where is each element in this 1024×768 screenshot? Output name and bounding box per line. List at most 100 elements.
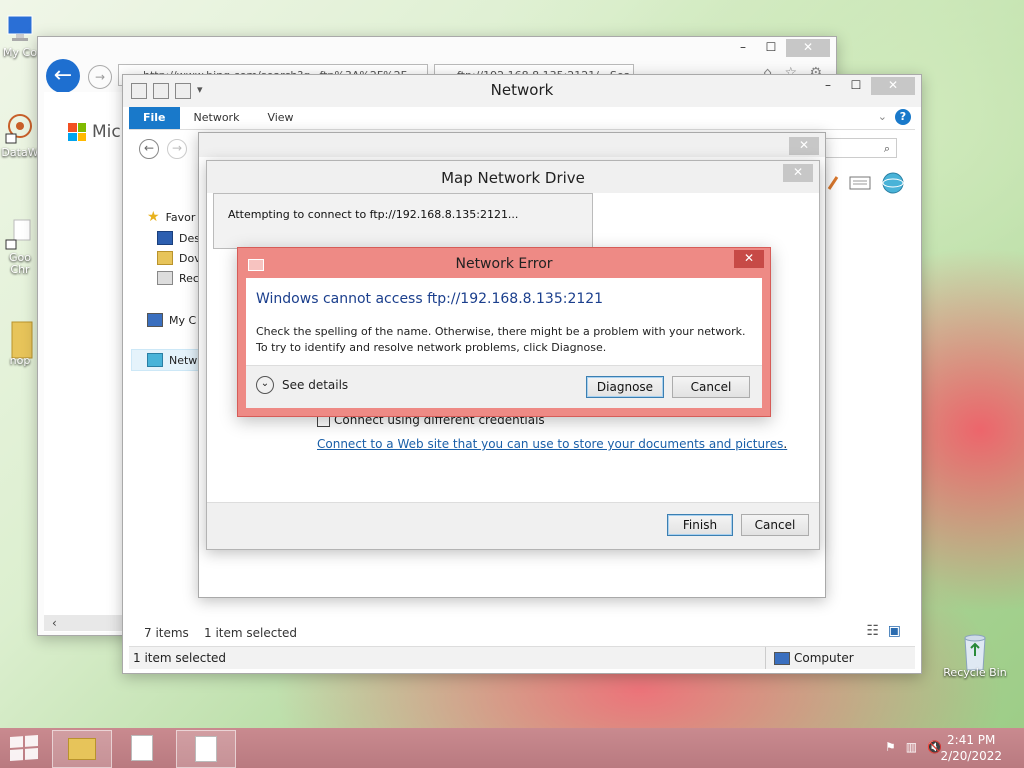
ribbon-right-icons [827,171,905,195]
back-arrow-icon[interactable]: ← [139,139,159,159]
recycle-bin-icon [959,632,991,671]
web-site-link-text[interactable]: Connect to a Web site that you can use t… [317,437,783,451]
error-titlebar: Network Error ✕ [238,248,770,276]
item-count: 7 items [144,626,189,640]
see-details-label: See details [282,378,349,392]
network-status-icon[interactable]: ▥ [906,740,917,754]
star-icon: ★ [147,209,160,225]
downloads-icon [157,251,173,265]
action-center-flag-icon[interactable]: ⚑ [885,740,896,754]
dialog-title: Network Error [455,256,553,272]
computer-icon [4,12,36,44]
chevron-down-icon[interactable]: ⌄ [256,376,274,394]
cancel-button[interactable]: Cancel [672,376,750,398]
cancel-button[interactable]: Cancel [741,514,809,536]
web-site-link-period: . [783,437,788,451]
nav-item-label: Netw [169,353,198,367]
minimize-button[interactable]: – [730,39,756,57]
desktop-icon-label: Goo Chr [9,251,31,276]
taskbar-file-explorer[interactable] [52,730,112,768]
nav-item-label: Des [179,231,200,245]
search-input[interactable]: ⌕ [819,138,897,158]
taskbar-document-1[interactable] [122,730,162,766]
close-button[interactable]: ✕ [871,77,915,95]
tab-file[interactable]: File [129,107,180,129]
clock-date: 2/20/2022 [940,749,1002,763]
mail-icon[interactable] [849,175,871,191]
nav-item-desktop[interactable]: Des [157,231,200,245]
close-button[interactable]: ✕ [734,250,764,268]
start-windows-icon[interactable] [10,735,38,761]
zone-status: Computer [765,647,924,669]
background-dialog-titlebar: ✕ [199,133,825,157]
minimize-button[interactable]: – [815,77,841,95]
expand-ribbon-icon[interactable]: ⌄ [878,110,887,123]
forward-arrow-icon[interactable]: → [88,65,112,89]
nav-item-favorites[interactable]: ★ Favor [147,209,195,225]
large-icons-view-icon[interactable]: ▣ [888,623,901,639]
desktop-icon [157,231,173,245]
nav-item-recent[interactable]: Rec [157,271,199,285]
status-bar: 7 items 1 item selected ☷ ▣ [129,621,915,645]
help-icon[interactable]: ? [895,109,911,125]
connecting-status: Attempting to connect to ftp://192.168.8… [228,208,519,221]
recent-icon [157,271,173,285]
selected-count: 1 item selected [204,626,298,640]
browser-window-controls: – ☐ ✕ [730,39,830,57]
maximize-button[interactable]: ☐ [758,39,784,57]
microsoft-logo-icon [68,123,86,141]
error-message: Check the spelling of the name. Otherwis… [256,325,746,354]
folder-icon [4,320,36,359]
edit-icon[interactable] [827,175,839,191]
document-icon [195,736,217,762]
desktop-icon-recycle-bin[interactable]: Recycle Bin [942,632,1008,679]
map-drive-titlebar: Map Network Drive ✕ [207,161,819,193]
diagnose-button[interactable]: Diagnose [586,376,664,398]
network-error-dialog: Network Error ✕ Windows cannot access ft… [237,247,771,417]
window-title: Network [490,81,554,99]
error-footer: ⌄ See details Diagnose Cancel [246,365,762,408]
progress-panel: Attempting to connect to ftp://192.168.8… [213,193,593,249]
selection-status: 1 item selected [133,651,227,665]
computer-icon [774,651,790,665]
close-button[interactable]: ✕ [786,39,830,57]
system-tray: ⚑ ▥ 🔇 [885,740,942,754]
error-heading: Windows cannot access ftp://192.168.8.13… [256,291,604,307]
taskbar: ⚑ ▥ 🔇 2:41 PM 2/20/2022 [0,728,1024,768]
back-arrow-icon[interactable]: ← [46,59,80,93]
tab-view[interactable]: View [253,107,307,129]
zone-label: Computer [794,651,854,665]
network-icon [147,353,163,367]
explorer-window-controls: – ☐ ✕ [815,77,915,95]
app-shortcut-icon [4,112,36,144]
horizontal-scrollbar[interactable]: ‹ [44,615,124,631]
close-button[interactable]: ✕ [789,137,819,155]
nav-item-label: Favor [165,210,196,224]
error-content: Windows cannot access ftp://192.168.8.13… [246,278,762,408]
clock-time: 2:41 PM [947,733,996,747]
network-globe-icon[interactable] [881,171,905,195]
details-view-icon[interactable]: ☷ [866,623,879,639]
taskbar-document-2[interactable] [176,730,236,768]
computer-icon [147,313,163,327]
tab-network[interactable]: Network [180,107,254,129]
folder-icon [68,738,96,760]
explorer-titlebar: ▾ Network – ☐ ✕ [123,75,921,107]
nav-item-downloads[interactable]: Dov [157,251,201,265]
forward-arrow-icon[interactable]: → [167,139,187,159]
nav-item-network[interactable]: Netw [147,353,197,367]
close-button[interactable]: ✕ [783,164,813,182]
nav-item-my-computer[interactable]: My C [147,313,196,327]
desktop-icon-label: My Co [3,46,37,59]
chrome-shortcut-icon [4,218,36,250]
see-details-toggle[interactable]: ⌄ See details [256,376,348,394]
clock[interactable]: 2:41 PM 2/20/2022 [940,732,1002,764]
web-site-link[interactable]: Connect to a Web site that you can use t… [317,437,787,451]
desktop-icon-label: DataW [1,146,39,159]
finish-button[interactable]: Finish [667,514,733,536]
nav-item-label: Rec [179,271,199,285]
maximize-button[interactable]: ☐ [843,77,869,95]
bottom-status-bar: 1 item selected Computer [129,646,915,669]
desktop-icon-label: Recycle Bin [943,666,1007,679]
dialog-title: Map Network Drive [441,169,585,187]
